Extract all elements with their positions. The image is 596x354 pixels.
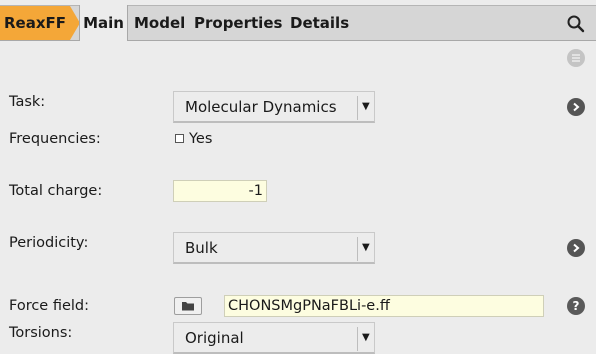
task-select[interactable]: Molecular Dynamics ▼ (173, 91, 375, 123)
frequencies-label: Frequencies: (9, 131, 101, 147)
periodicity-select[interactable]: Bulk ▼ (173, 232, 375, 264)
force-field-input[interactable]: CHONSMgPNaFBLi-e.ff (224, 295, 544, 317)
engine-tab[interactable]: ReaxFF (0, 6, 80, 40)
dropdown-arrow-icon: ▼ (362, 101, 370, 112)
folder-icon (182, 302, 194, 311)
periodicity-value: Bulk (185, 239, 218, 257)
frequencies-checkbox[interactable] (175, 134, 184, 143)
task-label: Task: (9, 94, 46, 110)
select-divider (357, 327, 358, 351)
chevron-right-icon[interactable] (567, 98, 585, 116)
tab-bar: ReaxFF Main Model Properties Details (0, 5, 596, 41)
tab-main-label: Main (83, 14, 124, 32)
tab-properties-label: Properties (194, 14, 283, 32)
help-symbol: ? (572, 299, 580, 313)
select-divider (357, 237, 358, 261)
tab-model[interactable]: Model (134, 6, 185, 40)
tab-main[interactable]: Main (79, 5, 128, 41)
menu-icon[interactable] (567, 49, 585, 67)
force-field-value: CHONSMgPNaFBLi-e.ff (228, 298, 390, 314)
periodicity-label: Periodicity: (9, 235, 89, 251)
select-divider (357, 96, 358, 120)
total-charge-label: Total charge: (9, 183, 103, 199)
tab-properties[interactable]: Properties (194, 6, 282, 40)
force-field-label: Force field: (9, 298, 90, 314)
engine-tab-label: ReaxFF (4, 14, 67, 32)
frequencies-yes-label: Yes (189, 131, 213, 147)
help-icon[interactable]: ? (567, 297, 585, 315)
tab-model-label: Model (134, 14, 186, 32)
search-icon[interactable] (566, 14, 586, 34)
torsions-select[interactable]: Original ▼ (173, 322, 375, 354)
browse-button[interactable] (174, 297, 202, 315)
task-value: Molecular Dynamics (185, 98, 337, 116)
tab-details-label: Details (290, 14, 350, 32)
dropdown-arrow-icon: ▼ (362, 242, 370, 253)
total-charge-input[interactable]: -1 (173, 180, 267, 202)
torsions-value: Original (185, 329, 244, 347)
torsions-label: Torsions: (9, 325, 73, 341)
total-charge-value: -1 (248, 183, 263, 199)
tab-details[interactable]: Details (290, 6, 349, 40)
chevron-right-icon[interactable] (567, 239, 585, 257)
dropdown-arrow-icon: ▼ (362, 332, 370, 343)
